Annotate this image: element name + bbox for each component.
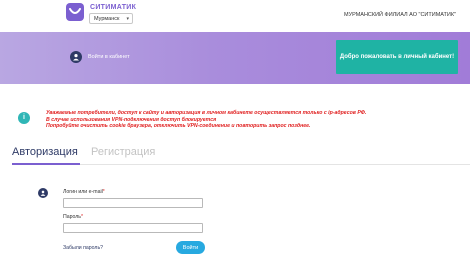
password-label: Пароль* [63,214,83,220]
welcome-button[interactable]: Добро пожаловать в личный кабинет! [336,40,458,74]
login-input[interactable] [63,198,203,208]
notice-text: Уважаемые потребители, доступ к сайту и … [46,110,466,130]
login-submit-button[interactable]: Войти [176,241,205,254]
forgot-password-link[interactable]: Забыли пароль? [63,245,103,251]
tab-authorization[interactable]: Авторизация [12,146,78,158]
active-tab-indicator [12,163,80,165]
smile-logo-icon[interactable] [66,3,84,21]
password-input[interactable] [63,223,203,233]
tabs-divider [12,164,470,165]
required-mark: * [81,214,84,220]
login-link-label: Войти в кабинет [88,54,130,60]
required-mark: * [102,189,105,195]
brand-name[interactable]: СИТИМАТИК [90,4,136,11]
info-icon: i [18,112,30,124]
login-label-text: Логин или e-mail [63,189,103,195]
notice-line: Уважаемые потребители, доступ к сайту и … [46,110,367,116]
chevron-down-icon: ▾ [126,16,129,22]
user-icon [70,51,82,63]
auth-tabs: Авторизация Регистрация [12,146,470,168]
tab-registration[interactable]: Регистрация [91,146,155,158]
password-label-text: Пароль [63,214,81,220]
user-icon [38,188,48,198]
branch-name: МУРМАНСКИЙ ФИЛИАЛ АО "СИТИМАТИК" [344,12,456,18]
login-label: Логин или e-mail* [63,189,105,195]
login-link[interactable]: Войти в кабинет [70,50,130,64]
city-select-value: Мурманск [94,16,120,22]
notice-line: Попробуйте очистить cookie браузера, отк… [46,123,311,130]
city-select[interactable]: Мурманск ▾ [89,13,133,24]
site-header: СИТИМАТИК Мурманск ▾ МУРМАНСКИЙ ФИЛИАЛ А… [0,0,470,32]
